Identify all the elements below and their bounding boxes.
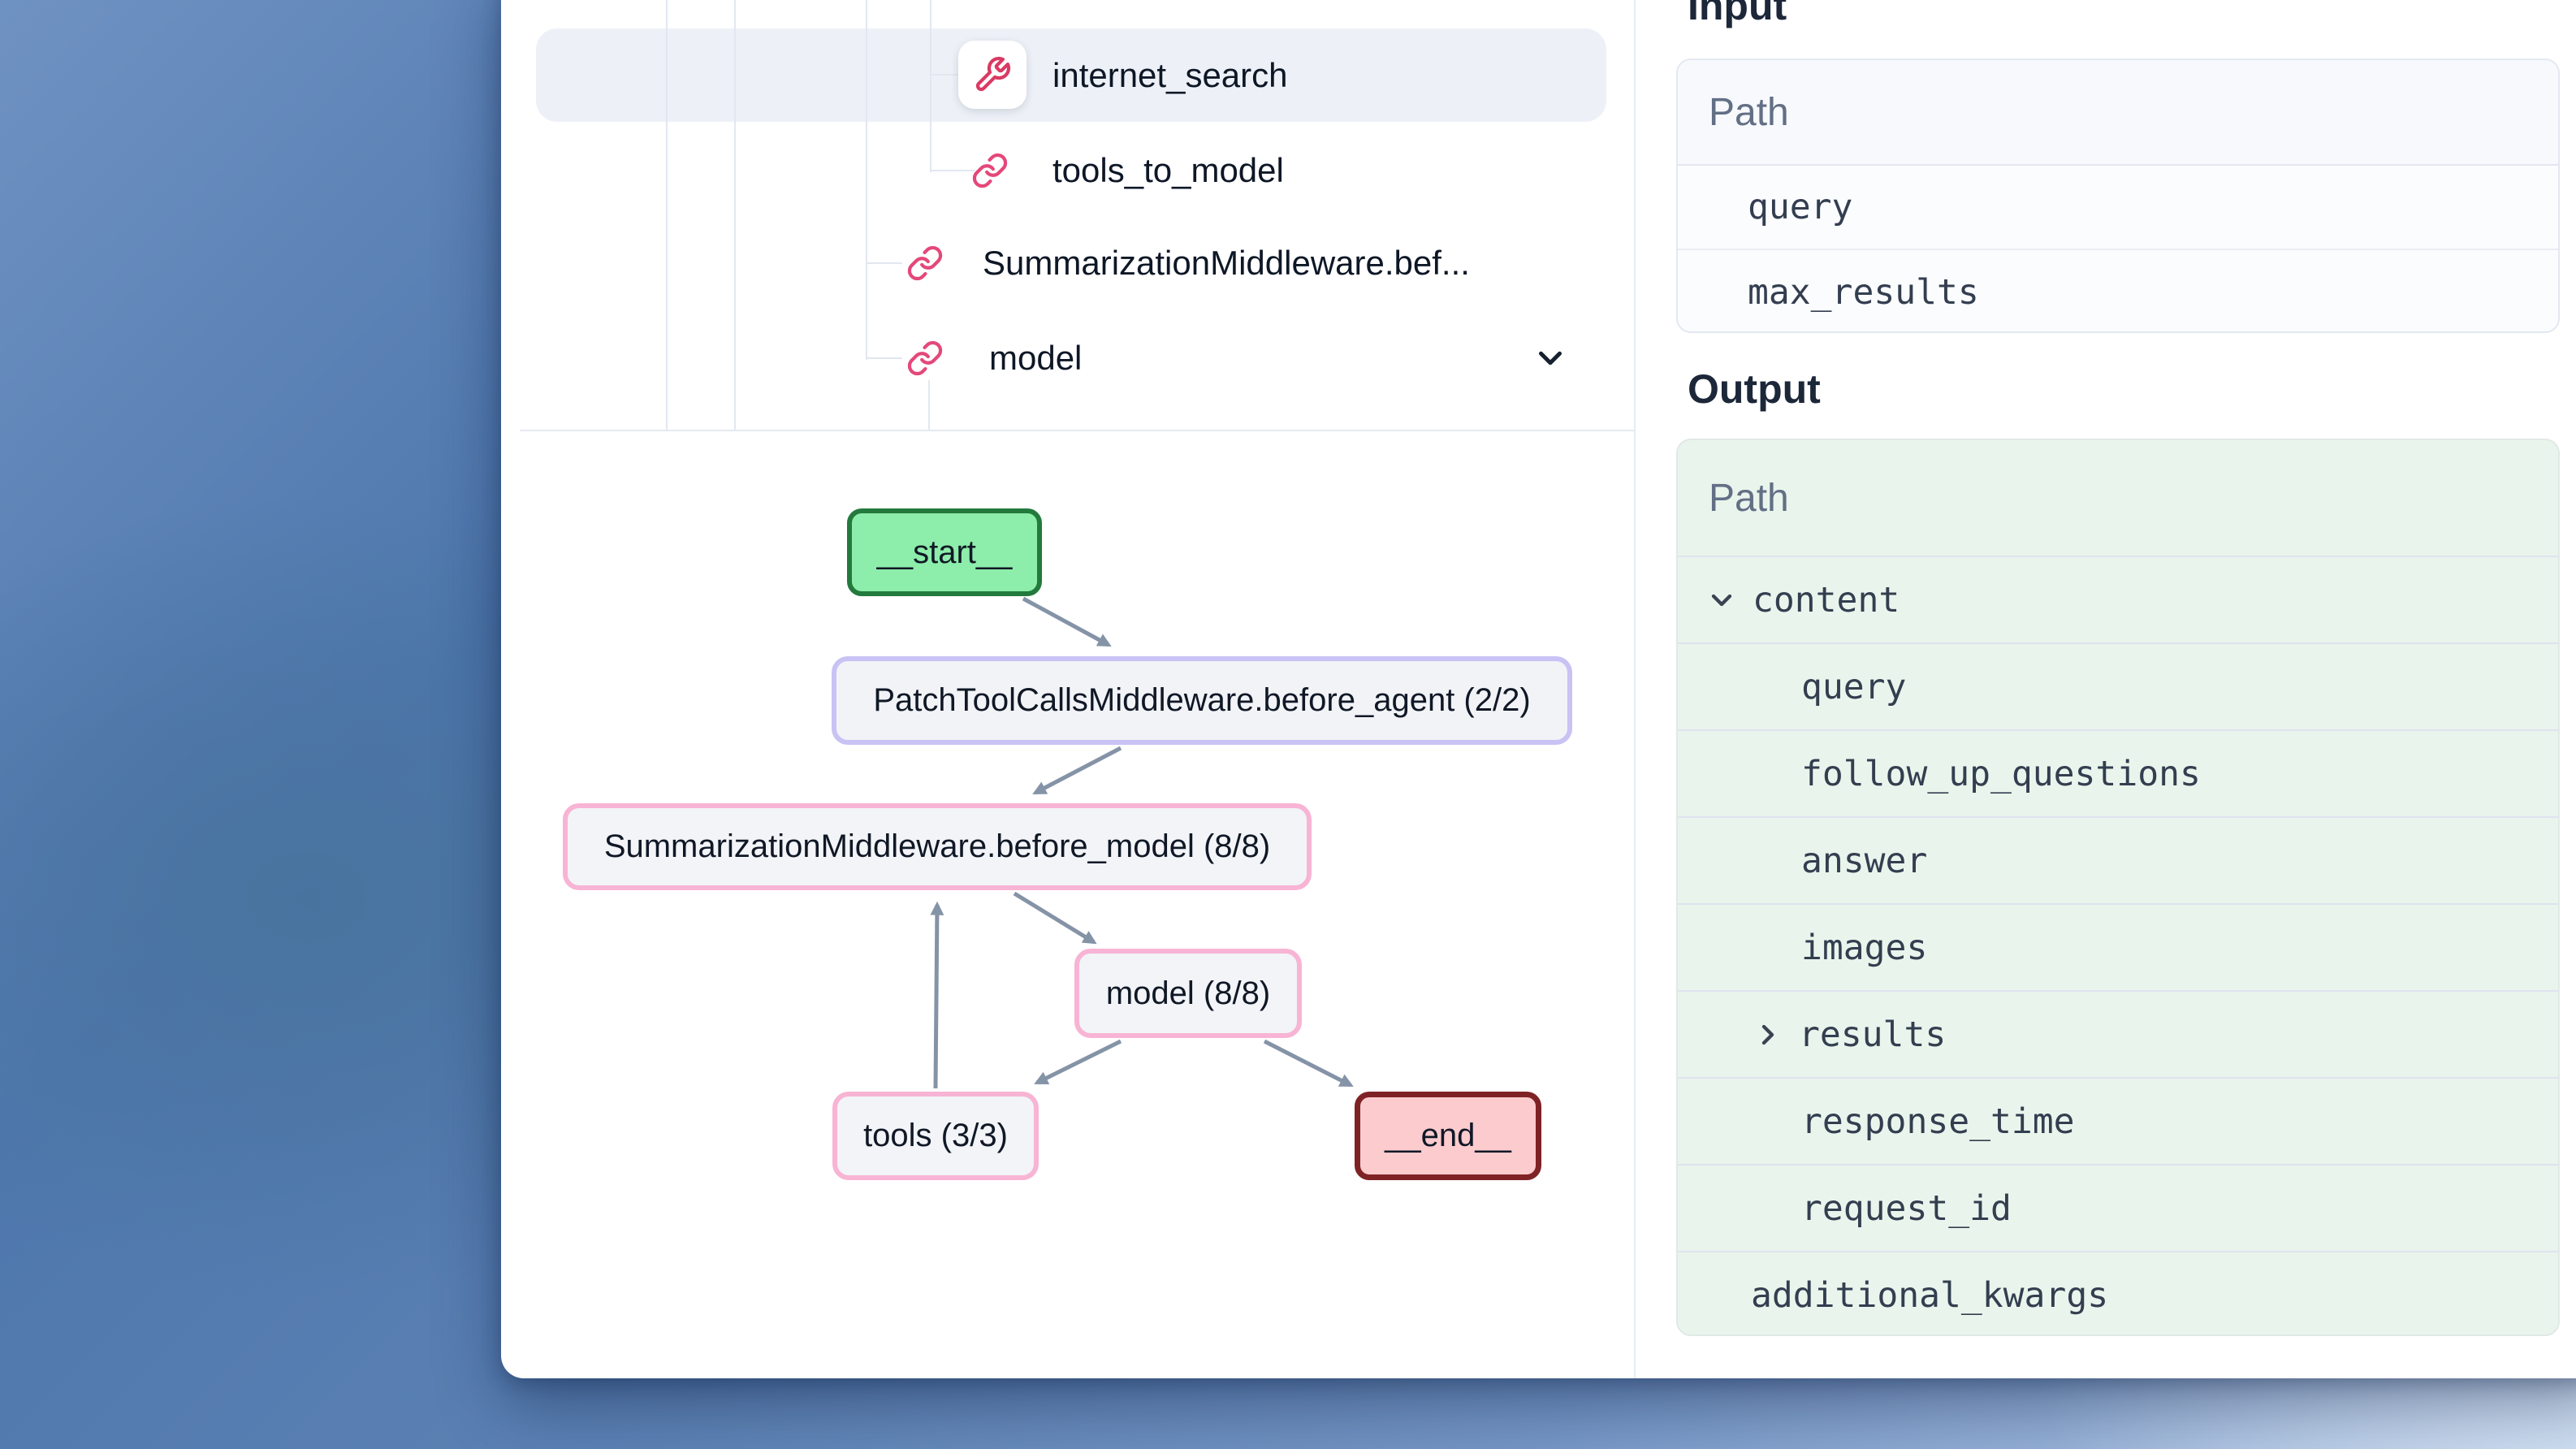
trace-tree-panel: internet_search tools_to_model Summariza… [501, 0, 1635, 430]
graph-node-end[interactable]: __end__ [1355, 1092, 1541, 1180]
chevron-down-icon[interactable] [1532, 340, 1569, 377]
graph-node-patch-tool-calls[interactable]: PatchToolCallsMiddleware.before_agent (2… [832, 656, 1572, 745]
output-row-additional-kwargs[interactable]: additional_kwargs [1678, 1252, 2558, 1336]
input-row-query[interactable]: query [1678, 166, 2558, 250]
output-row-images[interactable]: images [1678, 905, 2558, 992]
input-section-heading: Input [1688, 0, 1787, 29]
path-column-header: Path [1678, 60, 2558, 166]
node-label: PatchToolCallsMiddleware.before_agent (2… [873, 682, 1530, 719]
path-label: max_results [1748, 272, 1979, 313]
wrench-icon [973, 55, 1012, 94]
node-label: __end__ [1385, 1118, 1511, 1154]
output-row-response-time[interactable]: response_time [1678, 1079, 2558, 1166]
node-label: tools (3/3) [863, 1118, 1008, 1154]
graph-edges [501, 430, 1635, 1378]
graph-node-start[interactable]: __start__ [847, 508, 1042, 596]
tree-row-tools-to-model[interactable]: tools_to_model [501, 123, 1635, 217]
desktop-wallpaper: internet_search tools_to_model Summariza… [0, 0, 2576, 1449]
path-label: answer [1801, 841, 1927, 881]
input-path-table: Path query max_results [1676, 58, 2560, 333]
input-row-max-results[interactable]: max_results [1678, 250, 2558, 333]
tree-row-summarization-middleware[interactable]: SummarizationMiddleware.bef... [501, 216, 1635, 309]
tree-row-label: tools_to_model [1052, 151, 1284, 190]
graph-node-model[interactable]: model (8/8) [1074, 949, 1302, 1038]
run-graph-panel: __start__ PatchToolCallsMiddleware.befor… [501, 430, 1635, 1378]
graph-node-summarization[interactable]: SummarizationMiddleware.before_model (8/… [563, 803, 1312, 890]
path-label: query [1748, 187, 1852, 227]
output-row-answer[interactable]: answer [1678, 818, 2558, 905]
tool-icon-box [958, 41, 1027, 109]
tree-row-label: SummarizationMiddleware.bef... [983, 244, 1470, 283]
output-row-content[interactable]: content [1678, 557, 2558, 644]
node-label: __start__ [877, 534, 1013, 571]
chevron-down-icon[interactable] [1705, 584, 1738, 616]
output-row-follow-up-questions[interactable]: follow_up_questions [1678, 731, 2558, 818]
path-label: request_id [1801, 1188, 2012, 1229]
path-column-header: Path [1678, 440, 2558, 557]
path-header-label: Path [1709, 90, 1789, 135]
output-path-table: Path content query follow_up_questions a… [1676, 439, 2560, 1336]
tree-row-label: internet_search [1052, 56, 1288, 95]
path-label: response_time [1801, 1101, 2075, 1142]
chevron-right-icon[interactable] [1752, 1019, 1784, 1051]
path-label: additional_kwargs [1751, 1275, 2108, 1316]
graph-node-tools[interactable]: tools (3/3) [832, 1092, 1039, 1180]
path-label: images [1801, 928, 1927, 968]
tree-row-model[interactable]: model [501, 311, 1635, 404]
output-row-request-id[interactable]: request_id [1678, 1166, 2558, 1252]
tree-row-label: model [989, 339, 1082, 378]
node-label: model (8/8) [1106, 975, 1270, 1012]
output-section-heading: Output [1688, 365, 1821, 413]
output-row-results[interactable]: results [1678, 992, 2558, 1079]
node-label: SummarizationMiddleware.before_model (8/… [604, 828, 1270, 865]
path-label: results [1799, 1014, 1946, 1055]
output-row-query[interactable]: query [1678, 644, 2558, 731]
link-icon [906, 244, 944, 282]
tree-row-internet-search[interactable]: internet_search [501, 28, 1635, 122]
path-label: content [1753, 580, 1900, 621]
path-label: query [1801, 667, 1906, 707]
link-icon [906, 340, 944, 377]
path-label: follow_up_questions [1801, 754, 2201, 794]
path-header-label: Path [1709, 476, 1789, 521]
link-icon [971, 152, 1009, 189]
